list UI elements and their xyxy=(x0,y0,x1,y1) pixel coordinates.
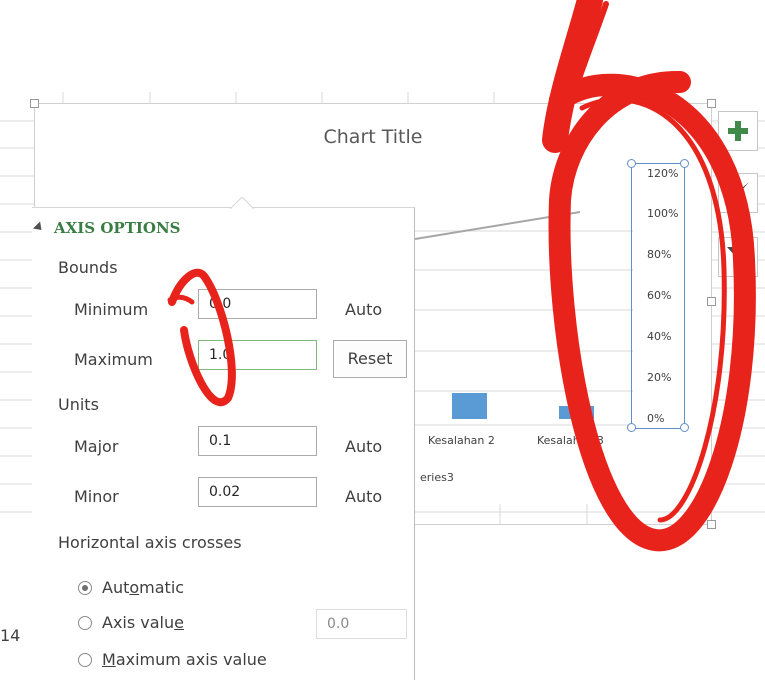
axis-tick-label: 80% xyxy=(647,248,672,261)
axis-tick-label: 120% xyxy=(647,167,679,180)
brush-icon xyxy=(728,182,749,203)
maximum-input[interactable]: 1.0 xyxy=(198,340,317,370)
axis-tick-label: 100% xyxy=(647,207,679,220)
minor-label: Minor xyxy=(74,487,119,506)
axis-tick-label: 20% xyxy=(647,371,672,384)
minimum-input[interactable]: 0.0 xyxy=(198,289,317,319)
minimum-label: Minimum xyxy=(74,300,149,319)
axis-handle[interactable] xyxy=(627,159,636,168)
axis-tick-label: 40% xyxy=(647,330,672,343)
radio-maximum-axis-value-label[interactable]: Maximum axis value xyxy=(102,650,267,669)
chart-styles-button[interactable] xyxy=(718,173,758,213)
collapse-caret-icon[interactable] xyxy=(32,221,46,234)
major-input[interactable]: 0.1 xyxy=(198,426,317,456)
section-axis-options[interactable]: AXIS OPTIONS xyxy=(54,219,180,237)
bounds-label: Bounds xyxy=(58,258,118,277)
pane-pointer xyxy=(230,197,254,209)
row-number: 14 xyxy=(0,626,21,645)
axis-handle[interactable] xyxy=(680,159,689,168)
category-label: Kesalahan 3 xyxy=(537,434,604,447)
major-auto-label: Auto xyxy=(345,437,383,456)
radio-axis-value-label[interactable]: Axis value xyxy=(102,613,184,632)
radio-axis-value[interactable] xyxy=(78,616,92,630)
filter-icon xyxy=(727,247,749,267)
axis-tick-label: 0% xyxy=(647,412,665,425)
radio-automatic-label[interactable]: Automatic xyxy=(102,578,184,597)
radio-maximum-axis-value[interactable] xyxy=(78,653,92,667)
category-label: Kesalahan 2 xyxy=(428,434,495,447)
minor-input[interactable]: 0.02 xyxy=(198,477,317,507)
major-label: Major xyxy=(74,437,119,456)
minor-auto-label: Auto xyxy=(345,487,383,506)
chart-filters-button[interactable] xyxy=(718,237,758,277)
axis-handle[interactable] xyxy=(680,423,689,432)
radio-automatic[interactable] xyxy=(78,581,92,595)
maximum-reset-button[interactable]: Reset xyxy=(333,340,407,378)
axis-tick-label: 60% xyxy=(647,289,672,302)
bar-kesalahan-3 xyxy=(559,406,594,419)
units-label: Units xyxy=(58,395,99,414)
axis-handle[interactable] xyxy=(627,423,636,432)
maximum-label: Maximum xyxy=(74,350,153,369)
series-line xyxy=(414,211,581,240)
legend-entry: eries3 xyxy=(420,471,454,484)
plus-icon xyxy=(728,121,748,141)
bar-kesalahan-2 xyxy=(452,393,487,419)
minimum-auto-label: Auto xyxy=(345,300,383,319)
format-axis-pane: AXIS OPTIONS Bounds Minimum 0.0 Auto Max… xyxy=(32,197,415,680)
chart-elements-button[interactable] xyxy=(718,111,758,151)
axis-value-input[interactable]: 0.0 xyxy=(316,609,407,639)
horizontal-axis-crosses-label: Horizontal axis crosses xyxy=(58,533,242,552)
